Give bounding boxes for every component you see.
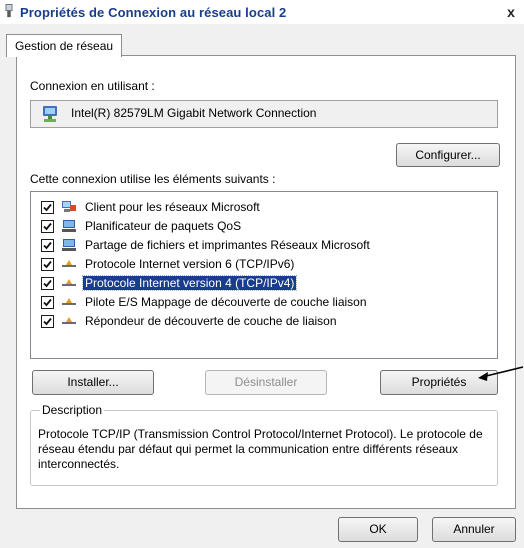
- item-checkbox[interactable]: [41, 315, 54, 328]
- network-adapter-icon: [5, 4, 13, 18]
- cancel-button[interactable]: Annuler: [432, 517, 516, 542]
- list-item[interactable]: Planificateur de paquets QoS: [31, 217, 495, 236]
- items-label: Cette connexion utilise les éléments sui…: [30, 172, 276, 186]
- network-client-icon: [62, 201, 76, 212]
- item-label: Planificateur de paquets QoS: [85, 219, 242, 233]
- protocol-icon: [62, 317, 76, 324]
- item-checkbox[interactable]: [41, 296, 54, 309]
- components-list[interactable]: Client pour les réseaux Microsoft Planif…: [30, 191, 498, 359]
- ok-button[interactable]: OK: [338, 517, 418, 542]
- item-label: Protocole Internet version 4 (TCP/IPv4): [81, 275, 298, 291]
- tab-gestion-de-reseau[interactable]: Gestion de réseau: [6, 34, 123, 57]
- network-adapter-icon: [43, 106, 57, 122]
- item-checkbox[interactable]: [41, 201, 54, 214]
- list-item[interactable]: Pilote E/S Mappage de découverte de couc…: [31, 293, 495, 312]
- list-item[interactable]: Répondeur de découverte de couche de lia…: [31, 312, 495, 331]
- item-checkbox[interactable]: [41, 220, 54, 233]
- item-checkbox[interactable]: [41, 239, 54, 252]
- item-label: Protocole Internet version 6 (TCP/IPv6): [85, 257, 295, 271]
- connection-label: Connexion en utilisant :: [30, 79, 155, 93]
- uninstall-button[interactable]: Désinstaller: [205, 370, 327, 395]
- list-item[interactable]: Client pour les réseaux Microsoft: [31, 198, 495, 217]
- computer-icon: [62, 239, 76, 251]
- title-bar[interactable]: Propriétés de Connexion au réseau local …: [0, 0, 524, 24]
- install-button[interactable]: Installer...: [32, 370, 154, 395]
- item-label: Partage de fichiers et imprimantes Résea…: [85, 238, 370, 252]
- adapter-name: Intel(R) 82579LM Gigabit Network Connect…: [71, 106, 317, 120]
- description-legend: Description: [40, 403, 105, 417]
- configure-button[interactable]: Configurer...: [396, 143, 500, 167]
- item-checkbox[interactable]: [41, 277, 54, 290]
- item-label: Répondeur de découverte de couche de lia…: [85, 314, 337, 328]
- protocol-icon: [62, 279, 76, 286]
- protocol-icon: [62, 298, 76, 305]
- description-text: Protocole TCP/IP (Transmission Control P…: [38, 427, 483, 471]
- item-label: Client pour les réseaux Microsoft: [85, 200, 260, 214]
- item-checkbox[interactable]: [41, 258, 54, 271]
- arrow-annotation-icon: [478, 366, 524, 381]
- protocol-icon: [62, 260, 76, 267]
- window-title: Propriétés de Connexion au réseau local …: [20, 5, 287, 20]
- item-label: Pilote E/S Mappage de découverte de couc…: [85, 295, 367, 309]
- list-item[interactable]: Protocole Internet version 6 (TCP/IPv6): [31, 255, 495, 274]
- close-button[interactable]: x: [504, 4, 518, 20]
- properties-dialog: Propriétés de Connexion au réseau local …: [0, 0, 524, 548]
- list-item-selected[interactable]: Protocole Internet version 4 (TCP/IPv4): [31, 274, 495, 293]
- computer-icon: [62, 220, 76, 232]
- adapter-display: Intel(R) 82579LM Gigabit Network Connect…: [30, 100, 498, 128]
- list-item[interactable]: Partage de fichiers et imprimantes Résea…: [31, 236, 495, 255]
